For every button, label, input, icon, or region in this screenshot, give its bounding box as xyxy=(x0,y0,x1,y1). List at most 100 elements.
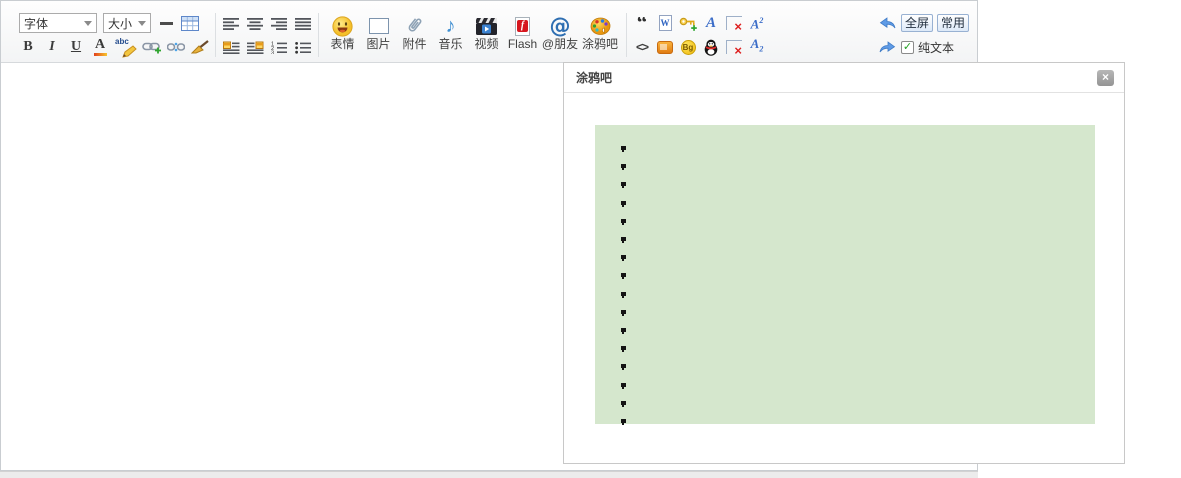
font-select[interactable]: 字体 xyxy=(19,13,97,33)
font-select-value: 字体 xyxy=(24,15,48,32)
font-color-button[interactable]: A xyxy=(91,37,109,57)
undo-button[interactable] xyxy=(879,13,897,33)
align-center-button[interactable] xyxy=(246,13,264,33)
horizontal-rule-icon xyxy=(160,22,173,25)
bullet xyxy=(621,383,626,387)
flash-button[interactable]: f Flash xyxy=(505,13,540,51)
align-right-icon xyxy=(271,17,288,30)
emoticon-button[interactable]: 表情 xyxy=(325,13,360,51)
bullet xyxy=(621,237,626,241)
font-tag-button[interactable]: A xyxy=(702,13,720,33)
underline-label: U xyxy=(71,40,81,54)
insert-table-button[interactable] xyxy=(181,13,199,33)
align-justify-icon xyxy=(295,17,312,30)
redo-arrow-icon xyxy=(879,40,896,54)
brush-icon xyxy=(191,40,209,54)
word-paste-button[interactable]: W xyxy=(656,13,674,33)
redo-button[interactable] xyxy=(879,37,897,57)
remove-superscript-button[interactable]: × xyxy=(725,13,743,33)
size-select-value: 大小 xyxy=(108,15,132,32)
bullet xyxy=(621,255,626,259)
flash-icon: f xyxy=(515,14,530,38)
flash-label: Flash xyxy=(508,38,537,51)
bold-button[interactable]: B xyxy=(19,37,37,57)
qq-button[interactable] xyxy=(702,37,720,57)
toolbar-group-right: 全屏 常用 ✓ 纯文本 xyxy=(879,13,969,57)
bold-label: B xyxy=(23,40,32,54)
code-icon: <> xyxy=(636,40,648,54)
toolbar-separator xyxy=(626,13,627,57)
image-float-left-icon xyxy=(223,41,240,54)
remove-format-icon: × xyxy=(726,16,742,30)
subscript-icon: A2 xyxy=(751,38,764,56)
toolbar-group-misc: “ W xyxy=(633,13,766,57)
bullet xyxy=(621,310,626,314)
italic-button[interactable]: I xyxy=(43,37,61,57)
image-float-right-button[interactable] xyxy=(246,37,264,57)
attachment-button[interactable]: 附件 xyxy=(397,13,432,51)
qq-penguin-icon xyxy=(704,39,718,56)
video-button[interactable]: 视频 xyxy=(469,13,504,51)
quote-icon: “ xyxy=(637,17,648,29)
emoticon-label: 表情 xyxy=(330,38,354,51)
bullet xyxy=(621,182,626,186)
bullet xyxy=(621,164,626,168)
image-float-left-button[interactable] xyxy=(222,37,240,57)
size-select[interactable]: 大小 xyxy=(103,13,151,33)
clear-format-button[interactable] xyxy=(191,37,209,57)
editor-resize-bar[interactable] xyxy=(0,471,978,478)
toolbar-row-1 xyxy=(222,13,312,33)
superscript-icon: A2 xyxy=(751,15,764,30)
music-button[interactable]: ♪ 音乐 xyxy=(433,13,468,51)
unordered-list-button[interactable] xyxy=(294,37,312,57)
hide-content-button[interactable] xyxy=(656,37,674,57)
bullet xyxy=(621,419,626,423)
align-right-button[interactable] xyxy=(270,13,288,33)
subscript-button[interactable]: A2 xyxy=(748,37,766,57)
doodle-panel-title: 涂鸦吧 xyxy=(576,69,612,86)
link-icon xyxy=(142,41,161,54)
bullet xyxy=(621,146,626,150)
bg-color-button[interactable]: Bg xyxy=(679,37,697,57)
bullet xyxy=(621,219,626,223)
remove-link-button[interactable] xyxy=(167,37,185,57)
permission-key-button[interactable] xyxy=(679,13,697,33)
horizontal-rule-button[interactable] xyxy=(157,13,175,33)
align-left-button[interactable] xyxy=(222,13,240,33)
bullet xyxy=(621,273,626,277)
toolbar-row-1: 字体 大小 xyxy=(19,13,209,33)
plain-text-checkbox[interactable]: ✓ xyxy=(901,41,914,54)
remove-format-icon: × xyxy=(726,40,742,54)
bullet xyxy=(621,292,626,296)
insert-link-button[interactable] xyxy=(142,37,161,57)
toolbar-row-2: B I U A xyxy=(19,37,209,57)
quote-button[interactable]: “ xyxy=(633,13,651,33)
ordered-list-button[interactable]: 1 2 3 xyxy=(270,37,288,57)
fullscreen-button[interactable]: 全屏 xyxy=(901,14,933,32)
doodle-panel-header: 涂鸦吧 × xyxy=(564,63,1124,93)
smiley-icon xyxy=(332,14,353,38)
italic-label: I xyxy=(49,40,54,54)
underline-button[interactable]: U xyxy=(67,37,85,57)
doodle-button[interactable]: 涂鸦吧 xyxy=(580,13,620,51)
align-justify-button[interactable] xyxy=(294,13,312,33)
plain-text-label: 纯文本 xyxy=(918,39,954,56)
toolbar-row-1: 全屏 常用 xyxy=(879,13,969,33)
superscript-button[interactable]: A2 xyxy=(748,13,766,33)
table-icon xyxy=(181,16,199,31)
code-button[interactable]: <> xyxy=(633,37,651,57)
doodle-panel: 涂鸦吧 × xyxy=(563,62,1125,464)
attachment-label: 附件 xyxy=(402,38,426,51)
at-friends-button[interactable]: @ @朋友 xyxy=(541,13,579,51)
image-float-right-icon xyxy=(247,41,264,54)
common-mode-button[interactable]: 常用 xyxy=(937,14,969,32)
remove-subscript-button[interactable]: × xyxy=(725,37,743,57)
music-note-icon: ♪ xyxy=(446,14,456,38)
hidden-block-icon xyxy=(657,41,673,54)
bullet xyxy=(621,328,626,332)
toolbar-separator xyxy=(215,13,216,57)
image-button[interactable]: 图片 xyxy=(361,13,396,51)
close-icon[interactable]: × xyxy=(1097,70,1114,86)
doodle-canvas[interactable] xyxy=(595,125,1095,424)
highlight-abc-button[interactable]: abc xyxy=(115,37,136,57)
